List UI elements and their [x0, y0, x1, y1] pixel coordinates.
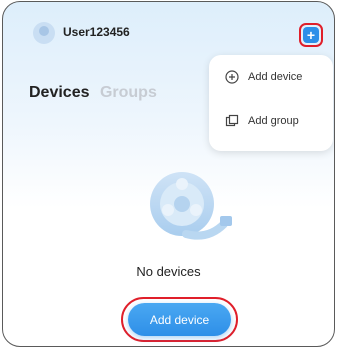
menu-item-label: Add group: [248, 115, 299, 127]
empty-state-text: No devices: [136, 264, 201, 279]
add-device-button[interactable]: Add device: [128, 303, 231, 336]
plus-icon: +: [303, 27, 319, 43]
plus-circle-icon: [225, 70, 239, 84]
avatar[interactable]: [33, 22, 55, 44]
header: User123456 +: [3, 2, 334, 62]
add-group-icon: [225, 114, 239, 128]
empty-state-illustration: [146, 158, 238, 250]
add-device-highlight: Add device: [121, 297, 238, 342]
username[interactable]: User123456: [63, 25, 130, 39]
app-window: User123456 + Devices Groups Add device A…: [2, 1, 335, 347]
tab-groups[interactable]: Groups: [100, 84, 157, 102]
menu-item-add-group[interactable]: Add group: [225, 111, 299, 131]
add-menu-button[interactable]: +: [299, 23, 323, 47]
add-dropdown-menu: Add device Add group: [209, 55, 333, 151]
tab-devices[interactable]: Devices: [29, 84, 90, 102]
tab-bar: Devices Groups: [29, 84, 163, 102]
menu-item-add-device[interactable]: Add device: [225, 67, 302, 87]
menu-item-label: Add device: [248, 71, 303, 83]
